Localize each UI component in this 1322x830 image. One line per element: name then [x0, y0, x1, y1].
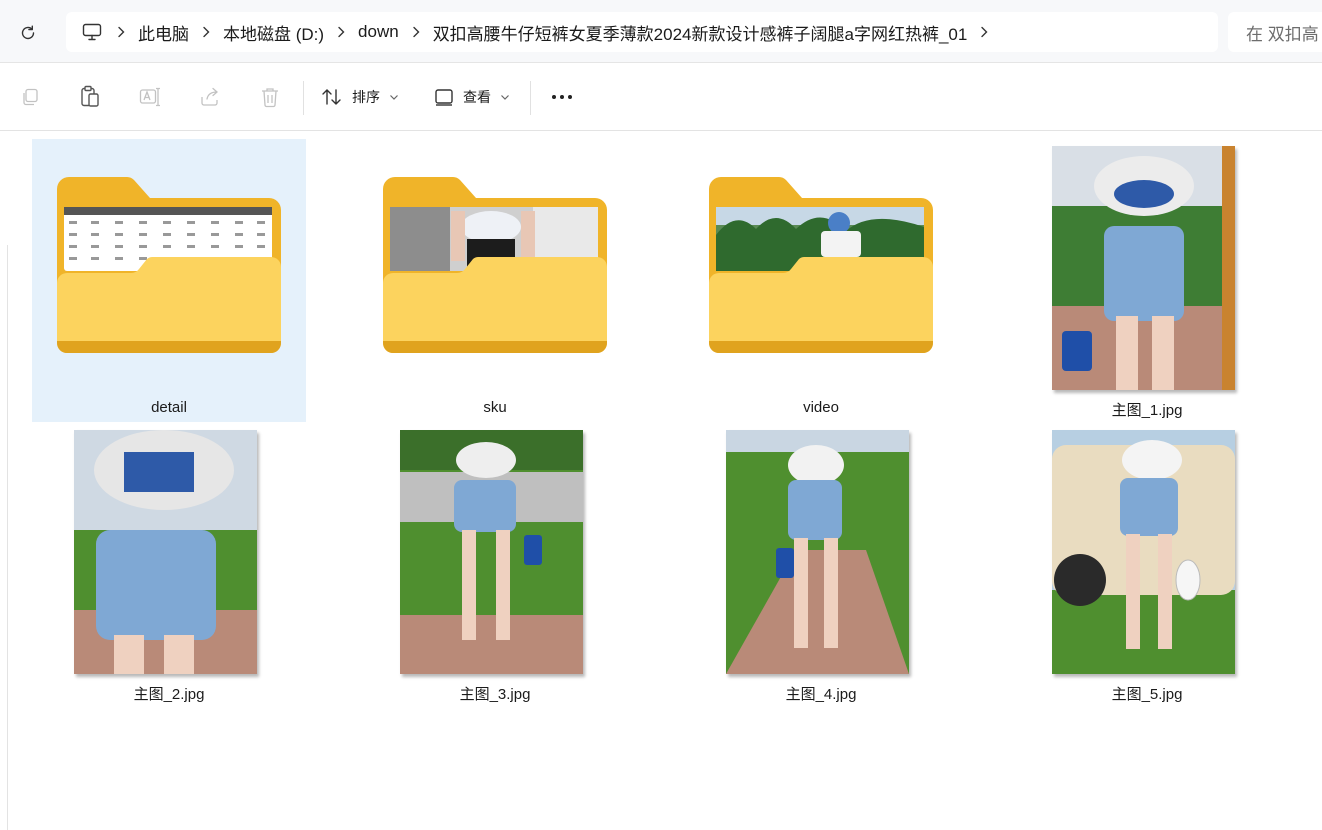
- breadcrumb: 此电脑 本地磁盘 (D:) down 双扣高腰牛仔短裤女夏季薄款2024新款设计…: [66, 12, 1218, 52]
- more-options-button[interactable]: [548, 83, 576, 111]
- image-thumbnail: [726, 430, 909, 674]
- folder-item-video[interactable]: video: [684, 139, 958, 422]
- share-icon: [199, 87, 221, 107]
- rename-icon: [139, 87, 161, 107]
- file-name: 主图_3.jpg: [358, 683, 632, 704]
- file-name: sku: [358, 399, 632, 416]
- breadcrumb-this-pc[interactable]: 此电脑: [138, 20, 189, 45]
- paste-button[interactable]: [76, 83, 104, 111]
- folder-icon: [383, 175, 607, 353]
- breadcrumb-local-disk[interactable]: 本地磁盘 (D:): [223, 20, 324, 45]
- chevron-right-icon[interactable]: [967, 12, 1001, 52]
- view-button[interactable]: 查看: [434, 83, 510, 111]
- chevron-right-icon[interactable]: [189, 12, 223, 52]
- refresh-button[interactable]: [14, 19, 42, 47]
- folder-item-detail[interactable]: detail: [32, 139, 306, 422]
- image-item-main-1[interactable]: 主图_1.jpg: [1010, 139, 1284, 422]
- file-name: video: [684, 399, 958, 416]
- image-thumbnail: [1052, 430, 1235, 674]
- file-name: 主图_4.jpg: [684, 683, 958, 704]
- rename-button[interactable]: [136, 83, 164, 111]
- breadcrumb-current-folder[interactable]: 双扣高腰牛仔短裤女夏季薄款2024新款设计感裤子阔腿a字网红热裤_01: [433, 20, 968, 45]
- view-label: 查看: [463, 87, 491, 107]
- refresh-icon: [19, 24, 37, 42]
- file-name: detail: [32, 399, 306, 416]
- search-input[interactable]: 在 双扣高: [1228, 12, 1322, 52]
- more-icon: [551, 94, 573, 100]
- folder-item-sku[interactable]: sku: [358, 139, 632, 422]
- file-name: 主图_2.jpg: [32, 683, 306, 704]
- toolbar-divider: [303, 81, 304, 115]
- command-bar: 排序 查看: [0, 63, 1322, 131]
- file-name: 主图_1.jpg: [1010, 399, 1284, 420]
- image-thumbnail: [400, 430, 583, 674]
- image-item-main-2[interactable]: 主图_2.jpg: [32, 423, 306, 706]
- chevron-right-icon[interactable]: [324, 12, 358, 52]
- folder-icon: [709, 175, 933, 353]
- sort-label: 排序: [352, 87, 380, 107]
- copy-icon: [20, 87, 40, 107]
- delete-button[interactable]: [256, 83, 284, 111]
- image-item-main-3[interactable]: 主图_3.jpg: [358, 423, 632, 706]
- copy-button[interactable]: [16, 83, 44, 111]
- view-icon: [434, 88, 454, 106]
- sort-icon: [321, 87, 343, 107]
- trash-icon: [260, 86, 280, 108]
- image-thumbnail: [74, 430, 257, 674]
- image-item-main-5[interactable]: 主图_5.jpg: [1010, 423, 1284, 706]
- paste-icon: [79, 85, 101, 109]
- image-item-main-4[interactable]: 主图_4.jpg: [684, 423, 958, 706]
- breadcrumb-down[interactable]: down: [358, 22, 399, 42]
- monitor-icon[interactable]: [80, 20, 104, 44]
- navigation-pane-border: [7, 245, 8, 830]
- chevron-down-icon: [389, 93, 399, 101]
- address-bar: 此电脑 本地磁盘 (D:) down 双扣高腰牛仔短裤女夏季薄款2024新款设计…: [0, 0, 1322, 63]
- toolbar-divider: [530, 81, 531, 115]
- chevron-down-icon: [500, 93, 510, 101]
- file-name: 主图_5.jpg: [1010, 683, 1284, 704]
- chevron-right-icon[interactable]: [399, 12, 433, 52]
- folder-icon: [57, 175, 281, 353]
- image-thumbnail: [1052, 146, 1235, 390]
- chevron-right-icon[interactable]: [104, 12, 138, 52]
- sort-button[interactable]: 排序: [321, 83, 399, 111]
- share-button[interactable]: [196, 83, 224, 111]
